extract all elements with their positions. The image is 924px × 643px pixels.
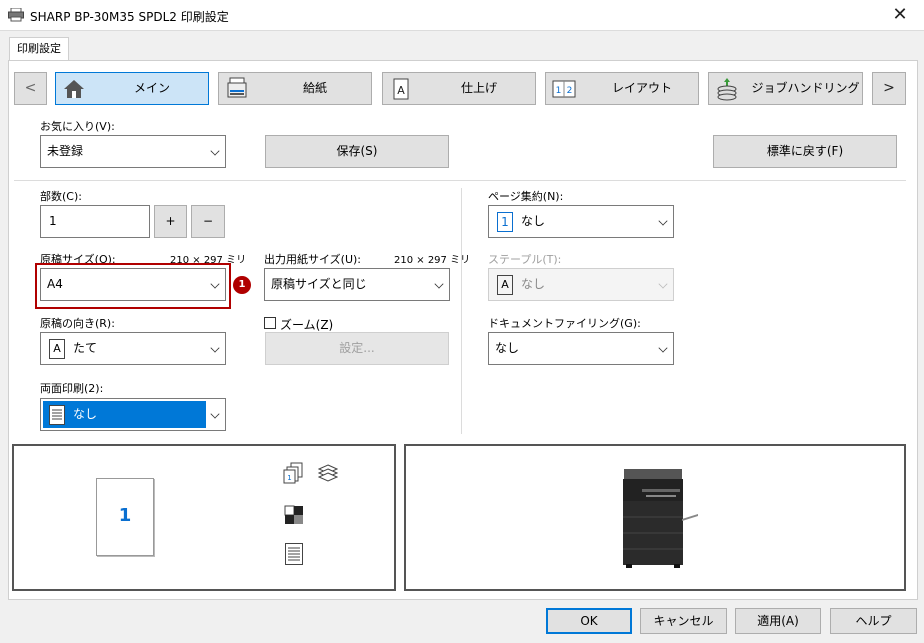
- save-button[interactable]: 保存(S): [265, 135, 449, 168]
- document-filing-label: ドキュメントファイリング(G):: [488, 317, 641, 330]
- nav-next-button[interactable]: >: [872, 72, 906, 105]
- pages-per-sheet-value: なし: [521, 214, 546, 228]
- nav-main-button[interactable]: メイン: [55, 72, 209, 105]
- favorites-value: 未登録: [47, 144, 84, 158]
- original-size-select[interactable]: A4: [40, 268, 226, 301]
- n-up-icon: 1: [497, 212, 513, 232]
- nav-main-label: メイン: [133, 81, 170, 95]
- chevron-down-icon: [658, 343, 668, 353]
- chevron-down-icon: [658, 279, 668, 289]
- favorites-label: お気に入り(V):: [40, 120, 115, 133]
- help-button[interactable]: ヘルプ: [830, 608, 917, 634]
- chevron-down-icon: [210, 343, 220, 353]
- staple-select[interactable]: A なし: [488, 268, 674, 301]
- callout-badge: 1: [233, 276, 251, 294]
- original-size-value: A4: [47, 277, 63, 291]
- chevron-down-icon: [658, 216, 668, 226]
- staple-label: ステープル(T):: [488, 253, 562, 266]
- zoom-settings-button[interactable]: 設定...: [265, 332, 449, 365]
- orientation-value: たて: [73, 341, 98, 355]
- printer-icon: [8, 8, 24, 22]
- color-mode-icon: [284, 505, 303, 524]
- ok-button[interactable]: OK: [546, 608, 632, 634]
- favorites-select[interactable]: 未登録: [40, 135, 226, 168]
- nav-job-handling-label: ジョブハンドリング: [751, 81, 860, 95]
- chevron-down-icon: [210, 279, 220, 289]
- document-lines-icon: [285, 543, 303, 565]
- chevron-down-icon: [434, 279, 444, 289]
- duplex-value: なし: [73, 407, 98, 421]
- output-size-select[interactable]: 原稿サイズと同じ: [264, 268, 450, 301]
- divider-vertical: [461, 188, 462, 434]
- document-filing-value: なし: [495, 341, 520, 355]
- selection-highlight: [43, 401, 206, 428]
- tab-print-settings[interactable]: 印刷設定: [9, 37, 69, 61]
- staple-value: なし: [521, 277, 546, 291]
- portrait-a-icon: A: [49, 339, 65, 359]
- reset-defaults-button[interactable]: 標準に戻す(F): [713, 135, 897, 168]
- duplex-label: 両面印刷(2):: [40, 382, 104, 395]
- zoom-checkbox[interactable]: [264, 317, 276, 329]
- staple-a-icon: A: [497, 275, 513, 295]
- pages-per-sheet-select[interactable]: 1 なし: [488, 205, 674, 238]
- nav-layout-button[interactable]: 1 2 レイアウト: [545, 72, 699, 105]
- divider: [14, 180, 906, 181]
- copies-increment-button[interactable]: +: [154, 205, 187, 238]
- nav-job-handling-button[interactable]: ジョブハンドリング: [708, 72, 863, 105]
- duplex-select[interactable]: なし: [40, 398, 226, 431]
- collate-icon: 1: [283, 462, 303, 484]
- copies-input[interactable]: 1: [40, 205, 150, 238]
- nav-paper-source-button[interactable]: 給紙: [218, 72, 372, 105]
- chevron-down-icon: [210, 146, 220, 156]
- pages-per-sheet-label: ページ集約(N):: [488, 190, 564, 203]
- output-size-value: 原稿サイズと同じ: [271, 277, 367, 291]
- page-preview-panel: [12, 444, 396, 591]
- apply-button[interactable]: 適用(A): [735, 608, 821, 634]
- output-size-label: 出力用紙サイズ(U):: [264, 253, 362, 266]
- nav-layout-label: レイアウト: [611, 81, 672, 95]
- orientation-label: 原稿の向き(R):: [40, 317, 115, 330]
- cancel-button[interactable]: キャンセル: [640, 608, 727, 634]
- page-thumbnail: 1: [96, 478, 154, 556]
- chevron-down-icon: [210, 409, 220, 419]
- page-number: 1: [118, 505, 132, 526]
- nav-paper-source-label: 給紙: [302, 81, 327, 95]
- document-filing-select[interactable]: なし: [488, 332, 674, 365]
- output-size-dims: 210 × 297 ミリ: [394, 255, 471, 266]
- document-icon: [49, 405, 65, 425]
- window-title: SHARP BP-30M35 SPDL2 印刷設定: [30, 10, 229, 24]
- close-button[interactable]: ✕: [880, 2, 920, 28]
- copies-value: 1: [49, 214, 57, 228]
- orientation-select[interactable]: A たて: [40, 332, 226, 365]
- copies-decrement-button[interactable]: −: [191, 205, 225, 238]
- svg-text:1: 1: [287, 474, 291, 482]
- stack-icon: [318, 464, 338, 482]
- nav-prev-button[interactable]: <: [14, 72, 47, 105]
- printer-illustration-icon: [623, 469, 698, 568]
- zoom-label: ズーム(Z): [280, 318, 334, 332]
- copies-label: 部数(C):: [40, 190, 82, 203]
- nav-finishing-label: 仕上げ: [460, 81, 497, 95]
- nav-finishing-button[interactable]: A 仕上げ: [382, 72, 536, 105]
